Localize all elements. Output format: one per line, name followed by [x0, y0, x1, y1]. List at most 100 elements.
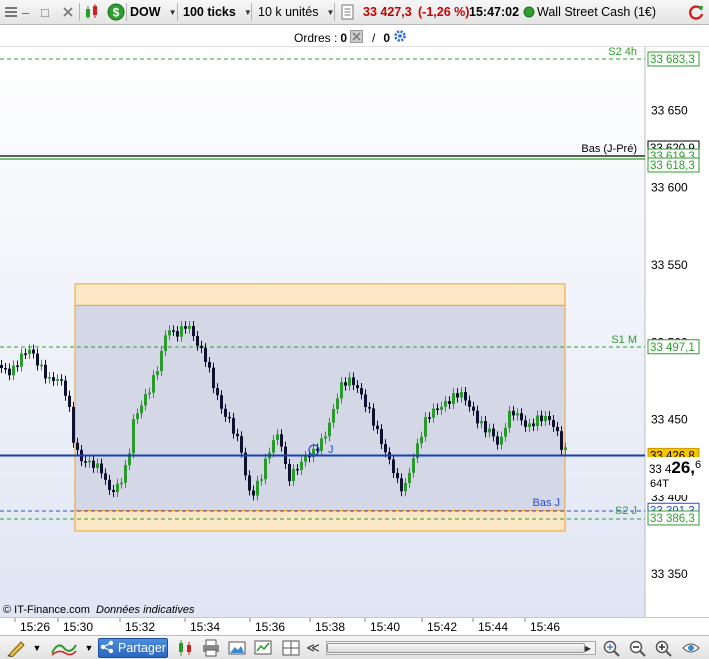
candle-body: [136, 413, 139, 420]
orders-bar: Ordres : 0 / 0: [0, 25, 709, 47]
eye-icon[interactable]: [680, 638, 702, 658]
chart-canvas[interactable]: S2 4h Bas (J-Pré) S1 M S2 J Bas J J 33 6…: [0, 46, 709, 617]
candle-body: [436, 408, 439, 410]
restore-icon[interactable]: □: [41, 0, 49, 24]
drawing-pencil-icon[interactable]: [4, 638, 28, 658]
orders-count-b: 0: [383, 30, 391, 45]
candle-body: [116, 483, 119, 493]
candle-body: [108, 479, 111, 490]
cancel-orders-icon[interactable]: [350, 29, 364, 46]
candle-body: [240, 436, 243, 453]
quantity-value: 10 k unités: [258, 5, 319, 19]
time-axis-label: 15:34: [190, 620, 220, 634]
candle-body: [556, 426, 559, 432]
candle-body: [324, 436, 327, 439]
candle-body: [560, 431, 563, 450]
instrument-dropdown[interactable]: DOW ▼: [130, 0, 176, 24]
candle-body: [448, 400, 451, 404]
orders-count-a: 0: [340, 30, 348, 45]
chart-type-icon[interactable]: [84, 0, 104, 24]
zoom-out-icon[interactable]: [626, 638, 648, 658]
candle-body: [548, 416, 551, 421]
candle-body: [360, 388, 363, 395]
scroll-left-button[interactable]: ≪: [305, 638, 321, 658]
zoom-in-icon[interactable]: [652, 638, 674, 658]
interval-dropdown[interactable]: 100 ticks ▼: [183, 0, 252, 24]
candle-body: [496, 436, 499, 445]
window-menu-icon[interactable]: [4, 0, 18, 24]
candle-body: [36, 353, 39, 366]
candle-body: [256, 480, 259, 496]
candle-body: [48, 377, 51, 379]
refresh-icon[interactable]: [687, 0, 705, 24]
minimize-icon[interactable]: –: [22, 0, 29, 24]
dollar-icon[interactable]: $: [106, 0, 126, 24]
info-icon[interactable]: [341, 0, 355, 24]
candle-body: [148, 392, 151, 395]
time-axis: 15:26 15:30 15:32 15:34 15:36 15:38 15:40 15:42…: [0, 617, 709, 635]
svg-text:$: $: [113, 6, 120, 20]
candle-body: [364, 394, 367, 408]
candle-body: [4, 368, 7, 370]
image-export-icon[interactable]: [226, 638, 248, 658]
settings-gear-icon[interactable]: [393, 29, 407, 46]
range-bottom-zone: [74, 510, 566, 532]
candle-body: [380, 429, 383, 445]
chevron-down-icon: ▼: [168, 7, 177, 17]
candle-body: [104, 473, 107, 480]
close-icon[interactable]: [62, 0, 74, 24]
candle-body: [200, 345, 203, 349]
candle-body: [236, 433, 239, 437]
candle-body: [40, 364, 43, 367]
candle-body: [536, 415, 539, 427]
quantity-dropdown[interactable]: 10 k unités ▼: [258, 0, 334, 24]
candle-body: [184, 326, 187, 329]
candlestick-style-icon[interactable]: [174, 638, 196, 658]
candle-body: [84, 461, 87, 463]
candle-body: [332, 409, 335, 423]
share-icon: [100, 640, 114, 657]
scroll-right-button[interactable]: ▶: [582, 638, 594, 658]
orders-label: Ordres :: [294, 30, 338, 45]
candle-body: [468, 400, 471, 407]
chevron-down-icon[interactable]: ▼: [82, 638, 96, 658]
candle-body: [456, 393, 459, 398]
scrollbar-thumb[interactable]: [327, 643, 585, 653]
candle-body: [276, 434, 279, 441]
chevron-down-icon[interactable]: ▼: [30, 638, 44, 658]
time-axis-label: 15:46: [530, 620, 560, 634]
candle-body: [372, 408, 375, 426]
bottom-toolbar: ▼ ▼ Partager ≪ ▶: [0, 635, 709, 659]
candle-body: [20, 353, 23, 367]
share-button[interactable]: Partager: [98, 638, 168, 658]
time-axis-label: 15:32: [125, 620, 155, 634]
candle-body: [124, 465, 127, 483]
print-icon[interactable]: [200, 638, 222, 658]
fit-to-screen-icon[interactable]: [600, 638, 622, 658]
label-s2-j: S2 J: [615, 505, 637, 517]
time-axis-label: 15:42: [427, 620, 457, 634]
candle-body: [152, 375, 155, 393]
candle-body: [24, 353, 27, 355]
scrollbar[interactable]: [326, 638, 596, 658]
price-level-label: 33 386,3: [650, 513, 695, 525]
candle-body: [440, 406, 443, 410]
price-chart[interactable]: S2 4h Bas (J-Pré) S1 M S2 J Bas J J 33 6…: [0, 46, 709, 617]
top-toolbar: – □ $ DOW ▼ 100 ticks ▼ 10 k unités ▼ 33…: [0, 0, 709, 25]
indicators-icon[interactable]: [50, 638, 78, 658]
candle-body: [348, 377, 351, 386]
candle-body: [28, 349, 31, 355]
candle-body: [204, 348, 207, 362]
layout-icon[interactable]: [280, 638, 302, 658]
chart-window-icon[interactable]: [252, 638, 276, 658]
candle-body: [512, 410, 515, 416]
candle-body: [404, 483, 407, 492]
candle-body: [328, 422, 331, 437]
price-tick-label: 33 450: [651, 413, 688, 427]
candle-body: [428, 417, 431, 419]
candle-body: [260, 479, 263, 481]
market-open-icon: [523, 0, 535, 24]
instrument-name: Wall Street Cash (1€): [537, 5, 657, 19]
candle-body: [480, 421, 483, 424]
candle-body: [300, 461, 303, 470]
